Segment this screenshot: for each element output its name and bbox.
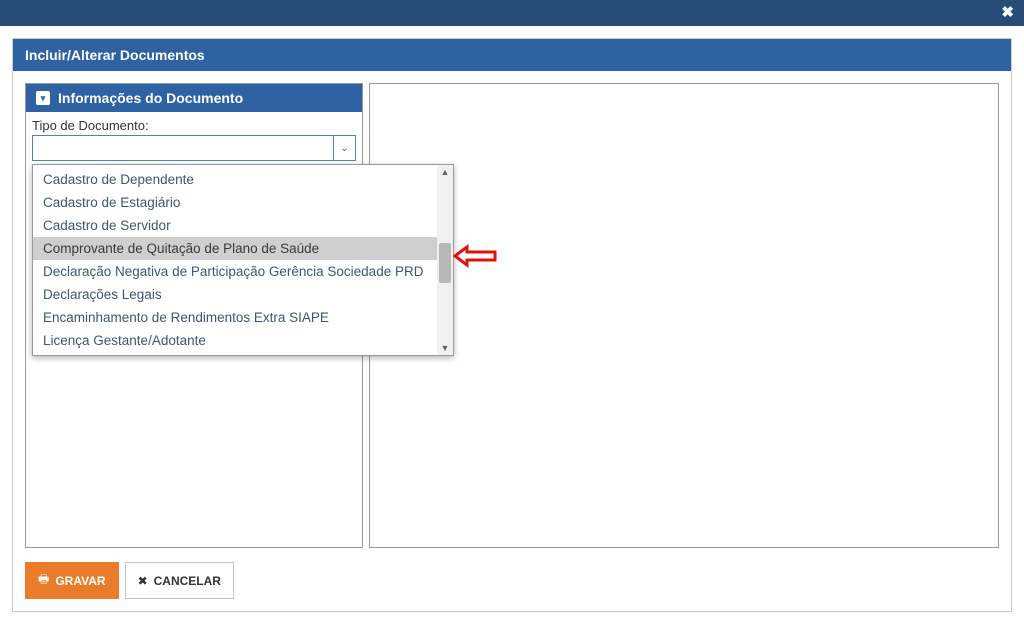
cancel-button-label: CANCELAR	[154, 574, 221, 588]
option-cadastro-estagiario[interactable]: Cadastro de Estagiário	[33, 191, 437, 214]
modal-title: Incluir/Alterar Documentos	[13, 39, 1011, 71]
field-area: Tipo de Documento: ⌄	[26, 112, 362, 167]
save-button-label: GRAVAR	[55, 574, 105, 588]
select-value	[33, 136, 333, 160]
tipo-documento-select[interactable]: ⌄	[32, 135, 356, 161]
section-title: Informações do Documento	[58, 90, 243, 106]
tipo-documento-dropdown: Cadastro de Dependente Cadastro de Estag…	[32, 164, 454, 356]
option-list: Cadastro de Dependente Cadastro de Estag…	[33, 165, 437, 355]
dropdown-inner: Cadastro de Dependente Cadastro de Estag…	[33, 165, 453, 355]
section-header[interactable]: ▾ Informações do Documento	[26, 84, 362, 112]
option-declaracao-negativa[interactable]: Declaração Negativa de Participação Gerê…	[33, 260, 437, 283]
scroll-down-icon[interactable]: ▼	[437, 341, 453, 355]
title-bar: ✖	[0, 0, 1024, 26]
save-button[interactable]: 🖶 GRAVAR	[25, 562, 119, 599]
scroll-up-icon[interactable]: ▲	[437, 165, 453, 179]
option-comprovante-quitacao[interactable]: Comprovante de Quitação de Plano de Saúd…	[33, 237, 437, 260]
chevron-down-icon[interactable]: ⌄	[333, 136, 355, 160]
option-cadastro-dependente[interactable]: Cadastro de Dependente	[33, 168, 437, 191]
panel-right-empty	[369, 83, 999, 548]
option-licenca-gestante[interactable]: Licença Gestante/Adotante	[33, 329, 437, 352]
option-cadastro-servidor[interactable]: Cadastro de Servidor	[33, 214, 437, 237]
cancel-icon: ✖	[138, 574, 148, 588]
button-bar: 🖶 GRAVAR ✖ CANCELAR	[25, 562, 999, 599]
cancel-button[interactable]: ✖ CANCELAR	[125, 562, 234, 599]
close-icon[interactable]: ✖	[1001, 3, 1014, 21]
caret-down-icon: ▾	[36, 91, 50, 105]
option-declaracoes-legais[interactable]: Declarações Legais	[33, 283, 437, 306]
option-encaminhamento-rendimentos[interactable]: Encaminhamento de Rendimentos Extra SIAP…	[33, 306, 437, 329]
dropdown-scrollbar[interactable]: ▲ ▼	[437, 165, 453, 355]
save-icon: 🖶	[38, 570, 49, 591]
field-label-tipo: Tipo de Documento:	[32, 118, 356, 133]
scroll-thumb[interactable]	[439, 243, 451, 283]
